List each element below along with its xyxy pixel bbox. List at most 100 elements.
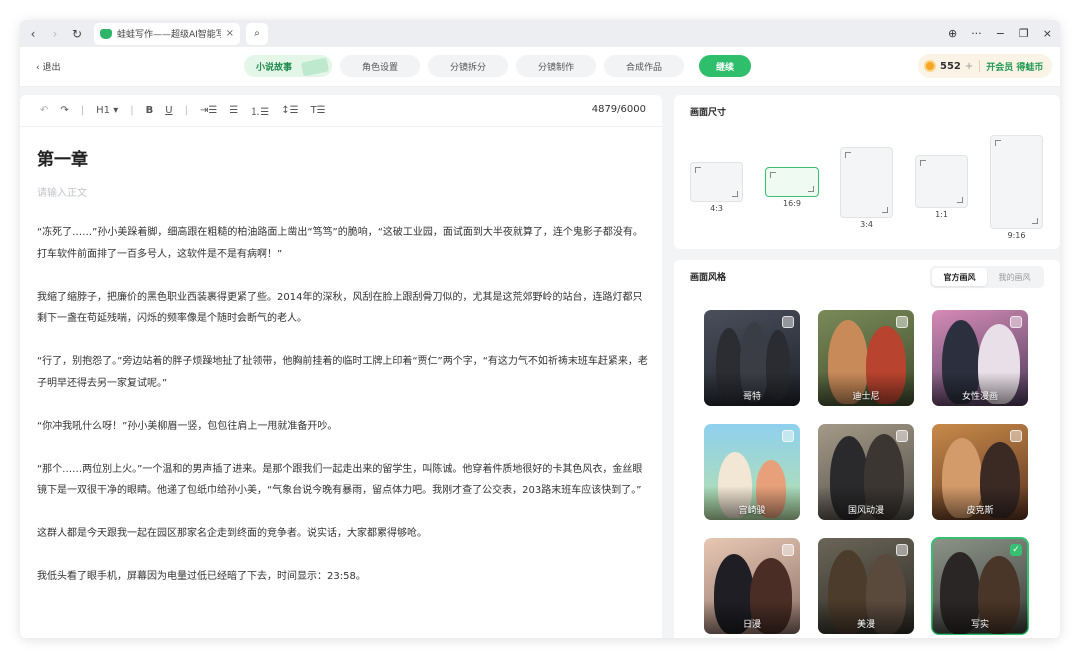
paragraph: 我低头看了眼手机，屏幕因为电量过低已经暗了下去，时间显示：23:58。 <box>37 571 366 582</box>
chevron-down-icon: ▾ <box>110 105 119 116</box>
ratio-box <box>690 162 743 202</box>
indent-icon[interactable]: ⇥☰ <box>200 105 217 116</box>
step-story[interactable]: 小说故事 <box>244 55 332 77</box>
ratio-4-3[interactable]: 4:3 <box>690 162 743 213</box>
restore-icon[interactable]: ❐ <box>1019 27 1029 40</box>
add-coins-button[interactable]: + <box>965 61 973 72</box>
ratio-label: 16:9 <box>783 199 801 208</box>
step-compose[interactable]: 合成作品 <box>604 55 684 77</box>
editor-toolbar: ↶ ↷ | H1 ▾ | B U | ⇥☰ ☰ ⒈☰ ↕☰ T☰ 4879/60… <box>20 95 662 127</box>
bold-button[interactable]: B <box>146 105 154 116</box>
exit-button[interactable]: ‹ 退出 <box>36 60 60 73</box>
tab-official-styles[interactable]: 官方画风 <box>932 268 987 286</box>
word-count: 4879/6000 <box>591 104 646 115</box>
style-label: 宫崎骏 <box>738 506 766 516</box>
ratio-16-9[interactable]: 16:9 <box>765 167 819 208</box>
style-card-miyazaki[interactable]: 宫崎骏 <box>704 424 800 520</box>
ratio-box <box>915 155 968 208</box>
paragraph: 我缩了缩脖子，把廉价的黑色职业西装裹得更紧了些。2014年的深秋，风刮在脸上跟刮… <box>37 291 643 325</box>
paragraph: 这群人都是今天跟我一起在园区那家名企走到终面的竞争者。说实话，大家都累得够呛。 <box>37 528 427 539</box>
checkbox-icon <box>782 316 794 328</box>
minimize-icon[interactable]: − <box>996 27 1005 40</box>
checkbox-icon <box>896 316 908 328</box>
style-card-shoujo[interactable]: 女性漫画 <box>932 310 1028 406</box>
style-label: 迪士尼 <box>852 392 880 402</box>
style-panel-title: 画面风格 <box>690 273 727 283</box>
divider: | <box>80 105 85 116</box>
style-card-gothic[interactable]: 哥特 <box>704 310 800 406</box>
paragraph: “那个……两位別上火。”一个温和的男声插了进来。是那个跟我们一起走出来的留学生，… <box>37 463 643 497</box>
style-card-realistic[interactable]: ✓ 写实 <box>931 537 1029 635</box>
check-icon: ✓ <box>1010 544 1022 556</box>
paragraph: “你冲我吼什么呀！”孙小美柳眉一竖，包包往肩上一甩就准备开吵。 <box>37 420 338 432</box>
size-panel-title: 画面尺寸 <box>690 108 727 118</box>
app-toolbar: ‹ 退出 小说故事 角色设置 分镜拆分 分镜制作 合成作品 继续 552 + 开… <box>20 47 1060 87</box>
divider: | <box>184 105 188 116</box>
ratio-label: 1:1 <box>935 210 948 219</box>
ratio-box <box>990 135 1043 229</box>
more-icon[interactable]: ··· <box>971 27 982 40</box>
numbered-list-icon[interactable]: ⒈☰ <box>250 103 269 118</box>
close-window-icon[interactable]: × <box>1043 27 1052 40</box>
continue-button[interactable]: 继续 <box>699 55 751 77</box>
tab-title: 蛙蛙写作——超级AI智能写作 <box>117 30 221 40</box>
style-label: 女性漫画 <box>961 392 998 402</box>
ratio-9-16[interactable]: 9:16 <box>990 135 1043 240</box>
step-storyboard-split[interactable]: 分镜拆分 <box>428 55 508 77</box>
text-editor: ↶ ↷ | H1 ▾ | B U | ⇥☰ ☰ ⒈☰ ↕☰ T☰ 4879/60… <box>20 95 662 638</box>
style-card-american-comic[interactable]: 美漫 <box>818 538 914 634</box>
underline-button[interactable]: U <box>165 105 172 116</box>
line-height-icon[interactable]: ↕☰ <box>281 105 298 116</box>
style-card-japanese-anime[interactable]: 日漫 <box>704 538 800 634</box>
divider <box>979 60 981 72</box>
search-tab-button[interactable]: ⌕ <box>246 22 268 45</box>
frog-logo-icon <box>100 28 112 39</box>
coin-icon <box>924 60 936 72</box>
tab-my-styles[interactable]: 我的画风 <box>987 268 1042 286</box>
step-label: 小说故事 <box>256 62 293 73</box>
step-decoration-icon <box>300 57 330 77</box>
workflow-steps: 小说故事 角色设置 分镜拆分 分镜制作 合成作品 <box>244 55 684 77</box>
ratio-3-4[interactable]: 3:4 <box>840 147 893 229</box>
style-label: 写实 <box>970 620 989 630</box>
browser-tab[interactable]: 蛙蛙写作——超级AI智能写作 × <box>94 22 240 45</box>
style-label: 哥特 <box>742 392 761 402</box>
heading-dropdown[interactable]: H1 ▾ <box>96 105 118 116</box>
style-card-pixar[interactable]: 皮克斯 <box>932 424 1028 520</box>
chapter-title[interactable]: 第一章 <box>37 145 88 170</box>
checkbox-icon <box>896 430 908 442</box>
body-placeholder[interactable]: 请输入正文 <box>37 184 87 199</box>
bullet-list-icon[interactable]: ☰ <box>229 105 238 116</box>
style-label: 皮克斯 <box>966 506 994 516</box>
coin-balance: 552 + 开会员 得蛙币 <box>918 54 1052 78</box>
search-icon: ⌕ <box>254 28 260 39</box>
exit-label: 退出 <box>42 63 61 73</box>
tab-close-icon[interactable]: × <box>226 28 234 39</box>
style-card-disney[interactable]: 迪士尼 <box>818 310 914 406</box>
forward-icon[interactable]: › <box>46 27 64 41</box>
checkbox-icon <box>782 430 794 442</box>
checkbox-icon <box>1010 316 1022 328</box>
vip-button[interactable]: 开会员 得蛙币 <box>986 60 1043 73</box>
coin-count: 552 <box>940 60 961 72</box>
step-storyboard-make[interactable]: 分镜制作 <box>516 55 596 77</box>
step-characters[interactable]: 角色设置 <box>340 55 420 77</box>
clear-format-icon[interactable]: T☰ <box>311 105 326 116</box>
style-card-guofeng[interactable]: 国风动漫 <box>818 424 914 520</box>
reload-icon[interactable]: ↻ <box>68 27 86 41</box>
ratio-box <box>765 167 819 197</box>
undo-icon[interactable]: ↶ <box>40 105 48 116</box>
body-text[interactable]: “冻死了……”孙小美跺着脚，细高跟在粗糙的柏油路面上凿出“笃笃”的脆响，“这破工… <box>37 222 649 609</box>
size-panel: 画面尺寸 4:3 16:9 3:4 1:1 9:16 <box>674 95 1060 249</box>
ratio-1-1[interactable]: 1:1 <box>915 155 968 219</box>
ratio-label: 4:3 <box>710 204 723 213</box>
ratio-label: 9:16 <box>1007 231 1026 240</box>
app-window: ‹ › ↻ 蛙蛙写作——超级AI智能写作 × ⌕ ⊕ ··· − ❐ × ‹ 退… <box>20 20 1060 638</box>
heading-label: H1 <box>96 105 111 116</box>
back-icon[interactable]: ‹ <box>24 27 42 41</box>
ratio-box <box>840 147 893 218</box>
globe-icon[interactable]: ⊕ <box>948 27 957 40</box>
checkbox-icon <box>1010 430 1022 442</box>
redo-icon[interactable]: ↷ <box>60 105 68 116</box>
browser-titlebar: ‹ › ↻ 蛙蛙写作——超级AI智能写作 × ⌕ ⊕ ··· − ❐ × <box>20 20 1060 47</box>
